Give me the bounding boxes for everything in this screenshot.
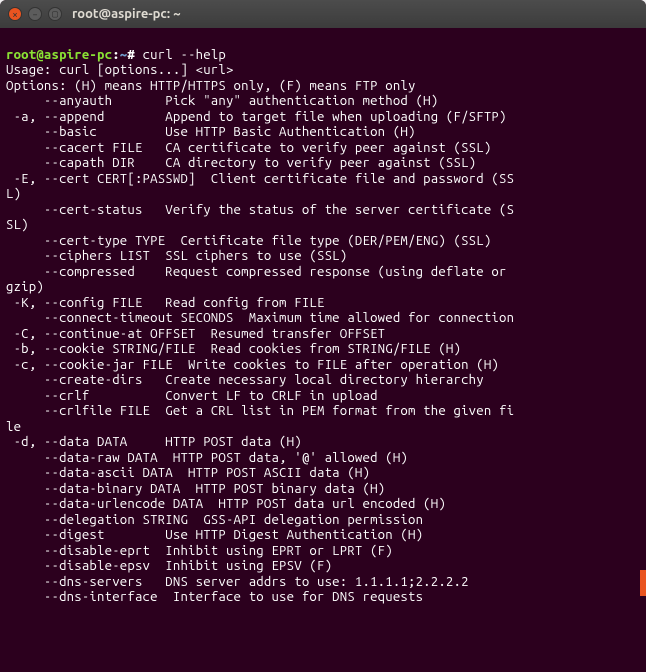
terminal-body[interactable]: root@aspire-pc:~# curl --helpUsage: curl…: [0, 28, 646, 610]
output-line: --data-urlencode DATA HTTP POST data url…: [6, 497, 640, 513]
close-button[interactable]: ×: [8, 7, 22, 21]
output-line: gzip): [6, 280, 640, 296]
terminal-window: × – ▢ root@aspire-pc: ~ root@aspire-pc:~…: [0, 0, 646, 672]
output-line: -E, --cert CERT[:PASSWD] Client certific…: [6, 172, 640, 188]
output-line: --data-ascii DATA HTTP POST ASCII data (…: [6, 466, 640, 482]
output-line: Usage: curl [options...] <url>: [6, 63, 640, 79]
window-title: root@aspire-pc: ~: [72, 7, 181, 21]
output-line: --disable-epsv Inhibit using EPSV (F): [6, 559, 640, 575]
output-line: -K, --config FILE Read config from FILE: [6, 296, 640, 312]
output-line: --ciphers LIST SSL ciphers to use (SSL): [6, 249, 640, 265]
minimize-icon: –: [32, 9, 38, 20]
output-line: --crlf Convert LF to CRLF in upload: [6, 389, 640, 405]
output-line: --data-binary DATA HTTP POST binary data…: [6, 482, 640, 498]
output-line: --anyauth Pick "any" authentication meth…: [6, 94, 640, 110]
output-line: -b, --cookie STRING/FILE Read cookies fr…: [6, 342, 640, 358]
minimize-button[interactable]: –: [28, 7, 42, 21]
output-line: SL): [6, 218, 640, 234]
output-line: --dns-interface Interface to use for DNS…: [6, 590, 640, 606]
output-line: --create-dirs Create necessary local dir…: [6, 373, 640, 389]
output-line: --data-raw DATA HTTP POST data, '@' allo…: [6, 451, 640, 467]
close-icon: ×: [12, 9, 18, 20]
output-line: --digest Use HTTP Digest Authentication …: [6, 528, 640, 544]
output-line: Options: (H) means HTTP/HTTPS only, (F) …: [6, 79, 640, 95]
output-line: --dns-servers DNS server addrs to use: 1…: [6, 575, 640, 591]
output-line: --compressed Request compressed response…: [6, 265, 640, 281]
output-line: L): [6, 187, 640, 203]
maximize-icon: ▢: [52, 8, 58, 20]
output-line: -d, --data DATA HTTP POST data (H): [6, 435, 640, 451]
prompt-user-host: root@aspire-pc: [6, 48, 112, 62]
output-line: --basic Use HTTP Basic Authentication (H…: [6, 125, 640, 141]
output-line: --delegation STRING GSS-API delegation p…: [6, 513, 640, 529]
prompt-line: root@aspire-pc:~# curl --help: [6, 48, 640, 64]
output-line: --cert-status Verify the status of the s…: [6, 203, 640, 219]
output-line: -C, --continue-at OFFSET Resumed transfe…: [6, 327, 640, 343]
output-line: -c, --cookie-jar FILE Write cookies to F…: [6, 358, 640, 374]
output-line: --cacert FILE CA certificate to verify p…: [6, 141, 640, 157]
output-line: --connect-timeout SECONDS Maximum time a…: [6, 311, 640, 327]
output-line: --cert-type TYPE Certificate file type (…: [6, 234, 640, 250]
output-line: -a, --append Append to target file when …: [6, 110, 640, 126]
output-line: le: [6, 420, 640, 436]
output-line: --crlfile FILE Get a CRL list in PEM for…: [6, 404, 640, 420]
output-line: --disable-eprt Inhibit using EPRT or LPR…: [6, 544, 640, 560]
side-indicator: [640, 570, 646, 596]
command-text: curl --help: [143, 48, 226, 62]
titlebar[interactable]: × – ▢ root@aspire-pc: ~: [0, 0, 646, 28]
prompt-sep2: #: [127, 48, 135, 62]
output-line: --capath DIR CA directory to verify peer…: [6, 156, 640, 172]
window-controls: × – ▢: [8, 7, 62, 21]
maximize-button[interactable]: ▢: [48, 7, 62, 21]
prompt-sep1: :: [112, 48, 120, 62]
